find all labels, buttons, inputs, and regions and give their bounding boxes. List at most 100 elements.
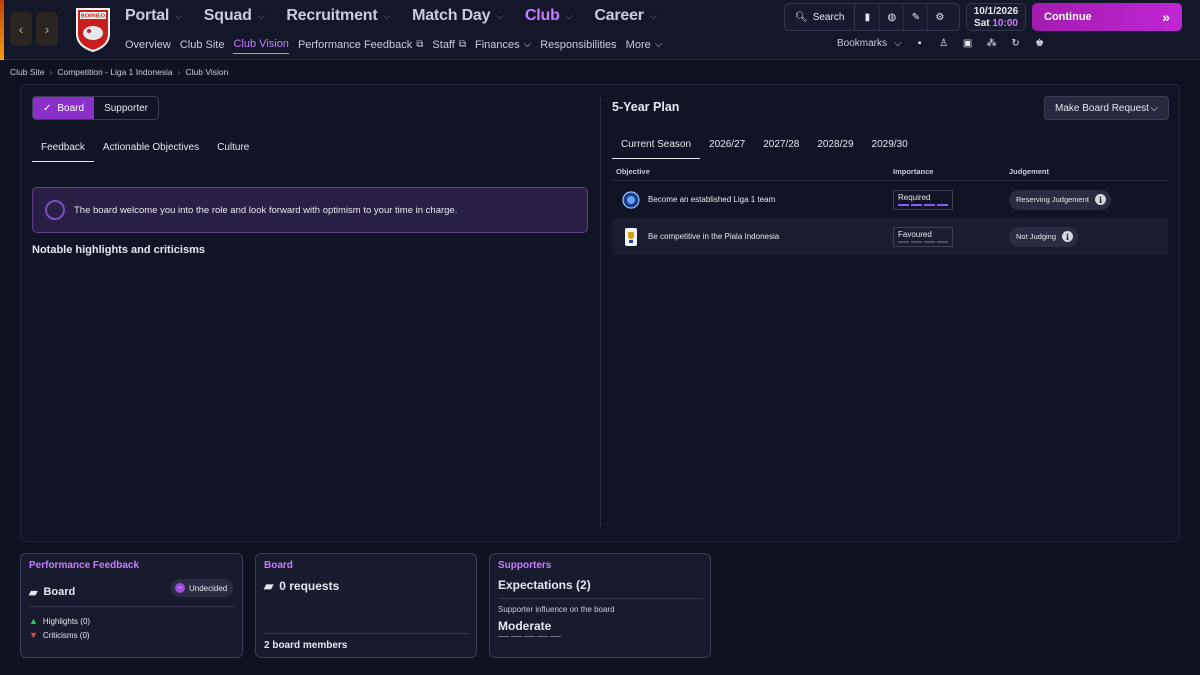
shirt-icon[interactable]: ♙ <box>938 38 950 49</box>
board-table-icon: ▰ <box>264 579 274 593</box>
chevron-down-icon: ⌵ <box>1150 102 1158 114</box>
tab-culture[interactable]: Culture <box>208 142 258 162</box>
pen-icon[interactable]: ✎ <box>903 4 927 30</box>
trophy-icon[interactable]: ♚ <box>1034 38 1046 49</box>
breadcrumb-item[interactable]: Competition - Liga 1 Indonesia <box>57 67 172 77</box>
importance-label: Favoured <box>898 229 932 239</box>
tab-feedback[interactable]: Feedback <box>32 142 94 162</box>
date-text: 10/1/2026 <box>973 6 1019 17</box>
card-title: Supporters <box>498 560 552 571</box>
breadcrumb-item[interactable]: Club Site <box>10 67 45 77</box>
sub-nav-staff[interactable]: Staff ⧉ <box>432 39 466 54</box>
chevron-down-icon: ⌵ <box>523 39 532 50</box>
main-nav-match-day[interactable]: Match Day ⌵ <box>412 7 503 25</box>
make-board-request-button[interactable]: Make Board Request ⌵ <box>1044 96 1169 120</box>
influence-bar-segment <box>498 636 509 637</box>
season-tabs: Current Season 2026/27 2027/28 2028/29 2… <box>612 135 917 159</box>
importance-bar-segment <box>937 203 948 206</box>
importance-bar-segment <box>911 203 922 206</box>
performance-feedback-card[interactable]: Performance Feedback ▰ Board ~ Undecided… <box>20 553 243 658</box>
piala-indonesia-trophy-icon <box>625 227 637 246</box>
sub-nav-club-site[interactable]: Club Site <box>180 39 225 54</box>
importance-bars <box>898 240 948 243</box>
board-table-icon: ▰ <box>29 586 38 599</box>
search-label: Search <box>812 11 845 23</box>
tab-current-season[interactable]: Current Season <box>612 135 701 159</box>
board-members: 2 board members <box>264 640 348 651</box>
sub-nav: Overview Club Site Club Vision Performan… <box>125 38 662 54</box>
sub-nav-responsibilities[interactable]: Responsibilities <box>540 39 616 54</box>
divider <box>498 598 703 599</box>
card-title: Board <box>264 560 293 571</box>
importance-label: Required <box>898 192 931 202</box>
left-accent-bar <box>0 0 4 60</box>
header-importance[interactable]: Importance <box>893 167 1009 176</box>
thumbs-down-icon: ▼ <box>29 630 38 640</box>
importance-indicator: Required <box>893 189 953 210</box>
sub-nav-overview[interactable]: Overview <box>125 39 171 54</box>
tab-season-2028-29[interactable]: 2028/29 <box>808 135 862 159</box>
sub-nav-club-vision[interactable]: Club Vision <box>233 38 289 54</box>
chat-icon[interactable]: ▪ <box>914 38 926 49</box>
table-header: Objective Importance Judgement <box>612 163 1168 181</box>
table-row[interactable]: Be competitive in the Piala Indonesia Fa… <box>612 218 1168 255</box>
panel-divider <box>600 97 601 527</box>
external-link-icon: ⧉ <box>416 39 424 50</box>
back-button[interactable]: ‹ <box>10 12 32 46</box>
table-row[interactable]: Become an established Liga 1 team Requir… <box>612 181 1168 218</box>
club-logo[interactable]: BORNEO <box>74 6 112 52</box>
judgement-pill[interactable]: Not Judging i <box>1009 226 1079 247</box>
info-icon[interactable]: i <box>1062 231 1074 242</box>
clipboard-icon[interactable]: ▣ <box>962 38 974 49</box>
globe-icon[interactable]: ◍ <box>879 4 903 30</box>
influence-label: Supporter influence on the board <box>498 605 615 614</box>
notebook-icon[interactable]: ▮ <box>855 4 879 30</box>
importance-bars <box>898 203 948 206</box>
judgement-pill[interactable]: Reserving Judgement i <box>1009 189 1111 210</box>
toggle-supporter[interactable]: Supporter <box>94 97 158 119</box>
board-supporter-toggle: ✓ Board Supporter <box>32 96 159 120</box>
tab-season-2029-30[interactable]: 2029/30 <box>863 135 917 159</box>
influence-value: Moderate <box>498 619 552 633</box>
game-date[interactable]: 10/1/2026 Sat 10:00 <box>966 3 1026 31</box>
main-nav-recruitment[interactable]: Recruitment ⌵ <box>286 7 390 25</box>
continue-label: Continue <box>1044 11 1092 23</box>
toggle-board[interactable]: ✓ Board <box>33 97 95 119</box>
toolbar: 🔍︎ Search ▮ ◍ ✎ ⚙ <box>784 3 960 31</box>
main-nav-career[interactable]: Career ⌵ <box>594 7 656 25</box>
time-text: 10:00 <box>992 18 1018 29</box>
chevron-down-icon: ⌵ <box>257 10 265 21</box>
info-icon[interactable]: i <box>1094 194 1106 205</box>
board-card[interactable]: Board ▰ 0 requests 2 board members <box>255 553 477 658</box>
criticisms-line: ▼ Criticisms (0) <box>29 630 90 640</box>
sub-nav-finances[interactable]: Finances ⌵ <box>475 39 531 54</box>
bookmarks-dropdown[interactable]: Bookmarks ⌵ <box>837 38 902 49</box>
check-icon: ✓ <box>43 102 52 114</box>
objective-text: Be competitive in the Piala Indonesia <box>648 232 780 241</box>
tactics-icon[interactable]: ⁂ <box>986 38 998 49</box>
chevron-down-icon: ⌵ <box>649 10 657 21</box>
refresh-icon[interactable]: ↻ <box>1010 38 1022 49</box>
main-nav-portal[interactable]: Portal ⌵ <box>125 7 182 25</box>
main-nav-club[interactable]: Club ⌵ <box>525 7 573 25</box>
header-judgement[interactable]: Judgement <box>1009 167 1168 176</box>
importance-bar-segment <box>937 240 948 243</box>
sub-nav-performance-feedback[interactable]: Performance Feedback ⧉ <box>298 39 423 54</box>
sub-nav-more[interactable]: More ⌵ <box>626 39 663 54</box>
tab-actionable-objectives[interactable]: Actionable Objectives <box>94 142 208 162</box>
chevron-down-icon: ⌵ <box>894 38 902 49</box>
forward-button[interactable]: › <box>36 12 58 46</box>
influence-bar-segment <box>550 636 561 637</box>
external-link-icon: ⧉ <box>458 39 466 50</box>
gear-icon[interactable]: ⚙ <box>927 4 951 30</box>
chevron-down-icon: ⌵ <box>496 10 503 21</box>
search-button[interactable]: 🔍︎ Search <box>785 4 856 30</box>
main-nav-squad[interactable]: Squad ⌵ <box>204 7 265 25</box>
supporters-card[interactable]: Supporters Expectations (2) Supporter in… <box>489 553 711 658</box>
continue-button[interactable]: Continue » <box>1032 3 1182 31</box>
search-icon: 🔍︎ <box>795 11 808 23</box>
influence-bar-segment <box>524 636 535 637</box>
header-objective[interactable]: Objective <box>612 167 893 176</box>
tab-season-2027-28[interactable]: 2027/28 <box>754 135 808 159</box>
tab-season-2026-27[interactable]: 2026/27 <box>700 135 754 159</box>
